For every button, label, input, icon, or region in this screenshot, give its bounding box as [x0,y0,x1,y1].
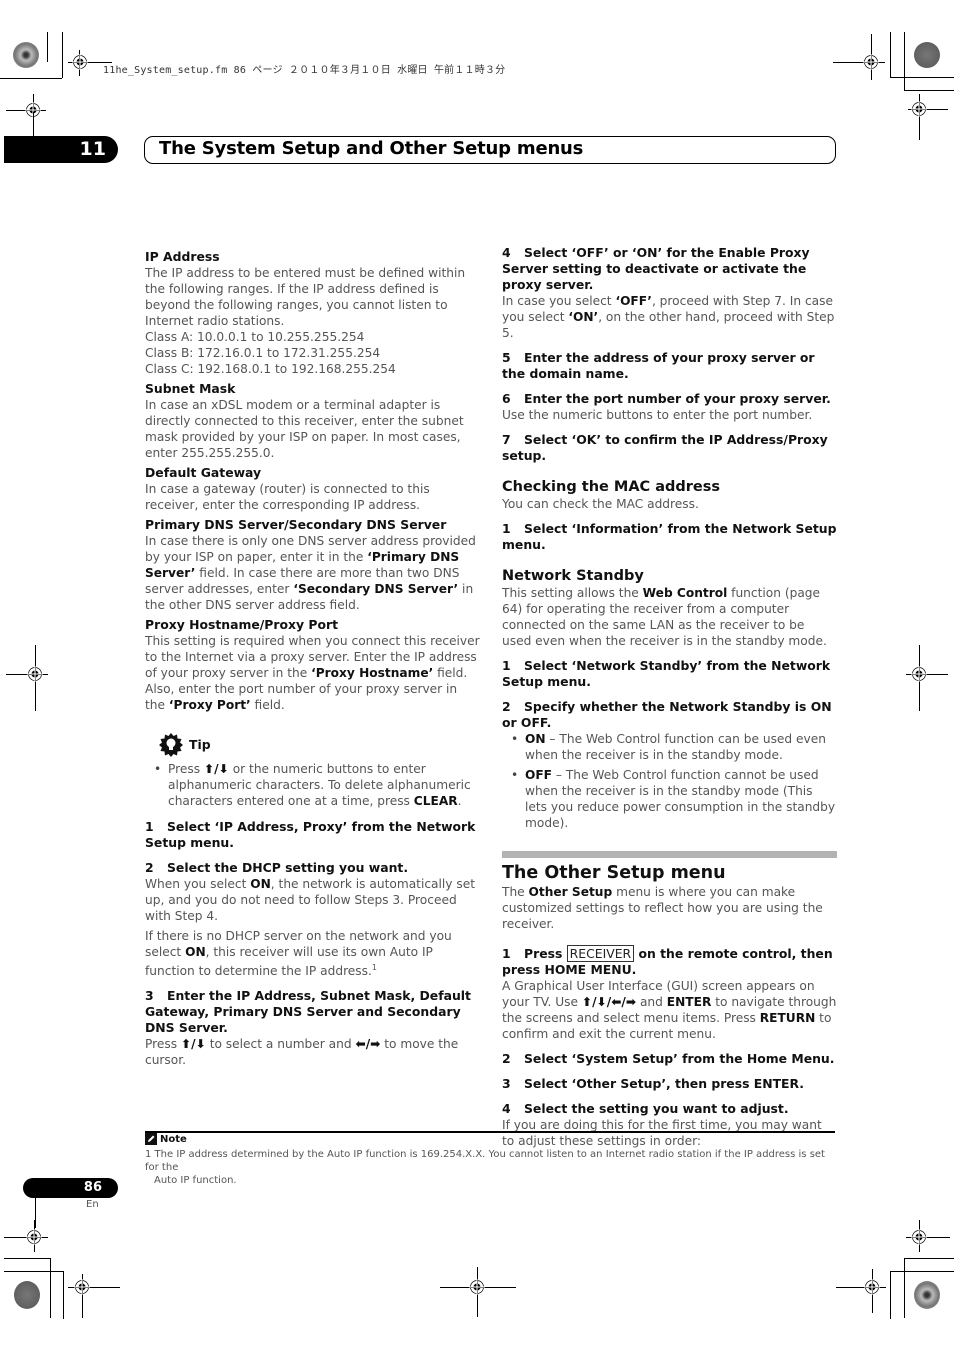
step-3-text: Press ⬆/⬇ to select a number and ⬅/➡ to … [145,1037,459,1068]
footnote-line-1: 1 The IP address determined by the Auto … [145,1149,825,1173]
dhcp-on-text: When you select ON, the network is autom… [145,877,475,923]
left-column: IP Address The IP address to be entered … [145,245,480,1068]
mac-address-text: You can check the MAC address. [502,497,699,511]
right-column: 4 Select ‘OFF’ or ‘ON’ for the Enable Pro… [502,245,837,1149]
ip-class-c: Class C: 192.168.0.1 to 192.168.255.254 [145,362,396,376]
other-step-1-text: A Graphical User Interface (GUI) screen … [502,979,837,1041]
step-4-enable-proxy: 4 Select ‘OFF’ or ‘ON’ for the Enable Pro… [502,245,810,292]
registration-mark-icon [863,54,879,70]
tip-bullet: Press ⬆/⬇ or the numeric buttons to ente… [145,761,480,809]
footnote-text: 1 The IP address determined by the Auto … [145,1148,835,1187]
page-number: 86 [83,1180,102,1195]
registration-mark-icon [911,1229,927,1245]
page-language: En [86,1199,99,1210]
footnote-ref: 1 [371,963,377,972]
network-standby-text: This setting allows the Web Control func… [502,586,827,648]
tip-header: Tip [159,733,480,757]
other-step-2: 2 Select ‘System Setup’ from the Home Men… [502,1051,835,1066]
note-label: Note [160,1133,187,1145]
registration-mark-icon [911,101,927,117]
color-target-icon [914,42,940,68]
subnet-mask-text: In case an xDSL modem or a terminal adap… [145,398,464,460]
registration-mark-icon [74,1279,90,1295]
chapter-number-badge: 11 [4,136,118,163]
registration-mark-icon [864,1279,880,1295]
step-6-port-number: 6 Enter the port number of your proxy ser… [502,391,831,406]
registration-mark-icon [469,1279,485,1295]
registration-mark-icon [26,1229,42,1245]
dns-heading: Primary DNS Server/Secondary DNS Server [145,517,447,532]
footnote-divider [145,1131,835,1133]
up-down-arrows-icon: ⬆/⬇ [180,1037,206,1052]
chapter-title-box: The System Setup and Other Setup menus [144,136,836,164]
registration-mark-icon [27,666,43,682]
other-setup-intro: The Other Setup menu is where you can ma… [502,885,823,931]
other-step-3: 3 Select ‘Other Setup’, then press ENTER. [502,1076,804,1091]
color-target-icon [914,1281,940,1309]
mac-step-1: 1 Select ‘Information’ from the Network S… [502,521,837,552]
standby-step-2: 2 Specify whether the Network Standby is … [502,699,832,730]
tip-label: Tip [189,737,211,752]
chapter-title: The System Setup and Other Setup menus [159,138,584,159]
lightbulb-icon [159,733,183,757]
proxy-text: This setting is required when you connec… [145,634,480,712]
mac-address-heading: Checking the MAC address [502,479,721,495]
step-1-select-ip-proxy: 1 Select ‘IP Address, Proxy’ from the Net… [145,819,476,850]
other-step-4: 4 Select the setting you want to adjust. [502,1101,789,1116]
step-4-text: In case you select ‘OFF’, proceed with S… [502,294,835,340]
network-standby-heading: Network Standby [502,568,644,584]
step-3-enter-addresses: 3 Enter the IP Address, Subnet Mask, Defa… [145,988,471,1036]
default-gateway-text: In case a gateway (router) is connected … [145,482,430,512]
other-step-1: 1 Press RECEIVER on the remote control, t… [502,945,833,977]
receiver-key: RECEIVER [566,945,635,962]
left-right-arrows-icon: ⬅/➡ [355,1037,381,1052]
section-divider [502,851,837,858]
step-2-dhcp: 2 Select the DHCP setting you want. [145,860,409,875]
dns-text: In case there is only one DNS server add… [145,534,476,612]
subnet-mask-heading: Subnet Mask [145,381,236,396]
color-target-icon [13,42,39,68]
default-gateway-heading: Default Gateway [145,465,262,480]
footnote-line-2: Auto IP function. [154,1175,237,1186]
ip-address-text: The IP address to be entered must be def… [145,266,466,328]
ip-class-a: Class A: 10.0.0.1 to 10.255.255.254 [145,330,365,344]
print-header: 11he_System_setup.fm 86 ページ ２０１０年３月１０日 水… [103,65,506,76]
chapter-number: 11 [79,138,106,160]
step-5-proxy-address: 5 Enter the address of your proxy server … [502,350,815,381]
dhcp-auto-ip-text: If there is no DHCP server on the networ… [145,929,452,979]
color-target-icon [14,1281,40,1309]
step-7-confirm: 7 Select ‘OK’ to confirm the IP Address/P… [502,432,828,463]
standby-on-bullet: ON – The Web Control function can be use… [502,731,837,763]
note-header: Note [145,1133,187,1145]
proxy-heading: Proxy Hostname/Proxy Port [145,617,339,632]
up-down-arrows-icon: ⬆/⬇ [203,762,229,776]
other-step-4-text: If you are doing this for the first time… [502,1118,822,1148]
ip-class-b: Class B: 172.16.0.1 to 172.31.255.254 [145,346,381,360]
arrow-keys-icon: ⬆/⬇/⬅/➡ [581,995,637,1009]
standby-step-1: 1 Select ‘Network Standby’ from the Netwo… [502,658,831,689]
ip-address-heading: IP Address [145,249,220,264]
pencil-note-icon [145,1133,157,1145]
registration-mark-icon [911,666,927,682]
other-setup-heading: The Other Setup menu [502,863,726,883]
standby-off-bullet: OFF – The Web Control function cannot be… [502,767,837,831]
registration-mark-icon [72,54,88,70]
page-number-badge: 86 [23,1178,118,1198]
step-6-text: Use the numeric buttons to enter the por… [502,408,813,422]
